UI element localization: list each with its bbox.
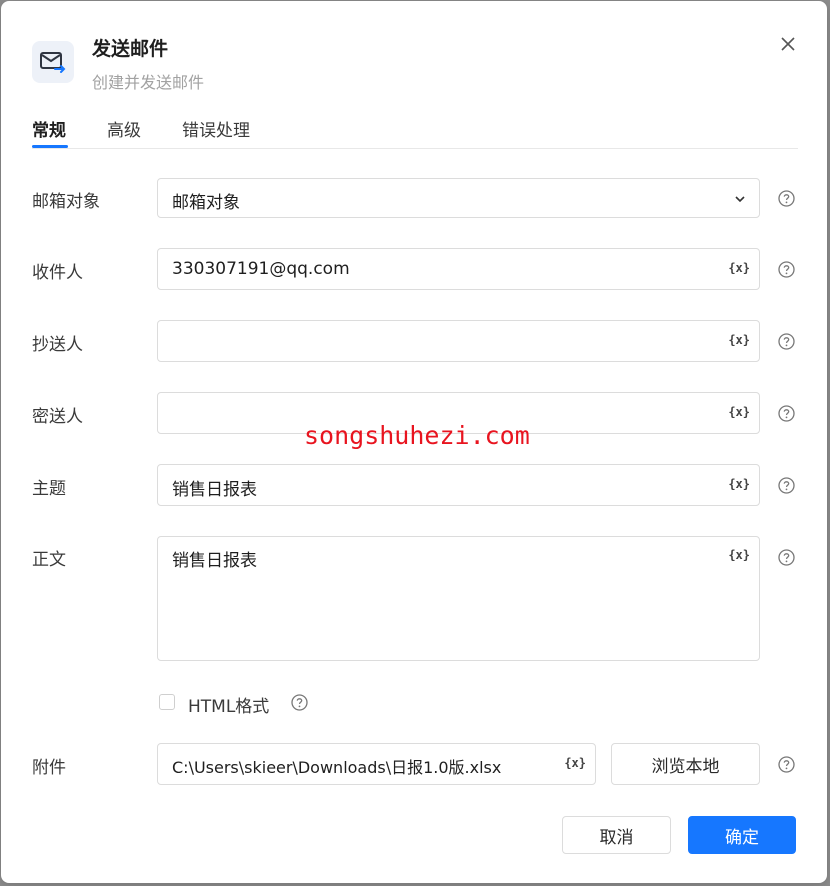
variable-insert-icon[interactable]: {x} [564,756,586,770]
mailbox-help-icon[interactable] [778,190,795,207]
variable-insert-icon[interactable]: {x} [728,477,750,491]
mailbox-label: 邮箱对象 [32,192,100,212]
html-format-checkbox[interactable] [159,694,175,710]
variable-insert-icon[interactable]: {x} [728,333,750,347]
cancel-button[interactable]: 取消 [562,816,671,854]
body-help-icon[interactable] [778,549,795,566]
subject-input[interactable]: 销售日报表 {x} [157,464,760,506]
browse-local-button[interactable]: 浏览本地 [611,743,760,785]
mailbox-select[interactable]: 邮箱对象 [157,178,760,218]
variable-insert-icon[interactable]: {x} [728,405,750,419]
attachment-path: C:\Users\skieer\Downloads\日报1.0版.xlsx [172,758,502,777]
variable-insert-icon[interactable]: {x} [728,548,750,562]
recipient-value: 330307191@qq.com [172,259,350,279]
recipient-label: 收件人 [32,263,83,283]
cc-label: 抄送人 [32,335,83,355]
attachment-label: 附件 [32,758,66,778]
close-icon[interactable] [777,33,799,55]
cc-input[interactable]: {x} [157,320,760,362]
body-label: 正文 [32,550,66,570]
active-tab-indicator [32,145,68,148]
dialog-subtitle: 创建并发送邮件 [92,73,205,92]
variable-insert-icon[interactable]: {x} [728,261,750,275]
watermark-text: songshuhezi.com [304,421,530,450]
tab-bar: 常规 高级 错误处理 [32,116,798,149]
subject-label: 主题 [32,479,66,499]
attachment-input[interactable]: C:\Users\skieer\Downloads\日报1.0版.xlsx {x… [157,743,596,785]
recipient-input[interactable]: 330307191@qq.com {x} [157,248,760,290]
body-textarea[interactable]: 销售日报表 {x} [157,536,760,661]
body-value: 销售日报表 [172,551,257,571]
html-format-label: HTML格式 [188,697,270,717]
recipient-help-icon[interactable] [778,261,795,278]
bcc-help-icon[interactable] [778,405,795,422]
mailbox-selected-value: 邮箱对象 [172,193,240,213]
send-email-dialog: 发送邮件 创建并发送邮件 常规 高级 错误处理 邮箱对象 邮箱对象 收件人 33… [1,1,827,883]
attachment-help-icon[interactable] [778,756,795,773]
cc-help-icon[interactable] [778,333,795,350]
tab-advanced[interactable]: 高级 [107,116,141,141]
subject-value: 销售日报表 [172,480,257,500]
ok-button[interactable]: 确定 [688,816,796,854]
html-format-help-icon[interactable] [291,694,308,711]
bcc-label: 密送人 [32,407,83,427]
tab-error-handling[interactable]: 错误处理 [182,116,250,141]
subject-help-icon[interactable] [778,477,795,494]
tab-general[interactable]: 常规 [32,116,66,141]
chevron-down-icon[interactable] [733,191,747,205]
dialog-title: 发送邮件 [92,38,169,60]
mail-send-icon [32,41,74,83]
